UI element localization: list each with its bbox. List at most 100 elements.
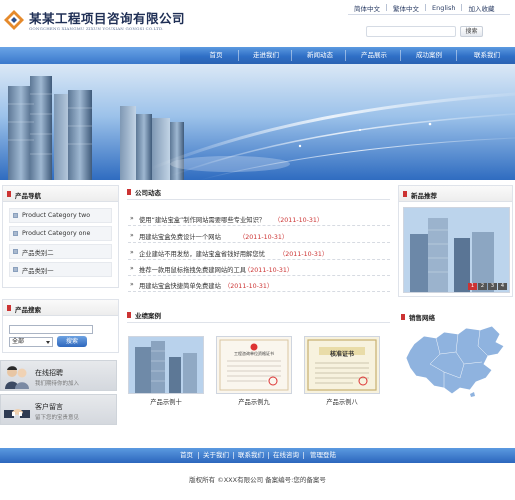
- divider: [303, 452, 304, 459]
- logo[interactable]: 某某工程项目咨询有限公司 GONGCHENG XIANGMU ZIXUN YOU…: [3, 6, 203, 36]
- news-section-title: 公司动态: [135, 189, 161, 197]
- double-arrow-icon: »: [130, 265, 134, 272]
- top-links: 简体中文 繁体中文 English 加入收藏: [348, 2, 500, 13]
- news-item[interactable]: » 用建站宝盒快捷简单免费建站 （2011-10-31）: [128, 278, 390, 292]
- panel-header: 产品搜索: [3, 300, 118, 316]
- case-caption: 产品示例八: [326, 399, 358, 406]
- nav-left-accent: [0, 47, 180, 64]
- add-favorite-link[interactable]: 加入收藏: [462, 3, 500, 13]
- news-date: （2011-10-31）: [244, 267, 294, 274]
- nav-item-home[interactable]: 首页: [196, 47, 236, 64]
- lang-traditional-link[interactable]: 繁体中文: [387, 3, 425, 13]
- certificate-title: 工程咨询单位资格证书: [234, 351, 274, 356]
- double-arrow-icon: »: [130, 249, 134, 256]
- category-label: Product Category one: [22, 230, 91, 237]
- cases-section-title: 业绩案例: [135, 312, 161, 320]
- nav-divider: [238, 50, 239, 61]
- product-search-button[interactable]: 搜索: [57, 336, 87, 347]
- divider: [127, 199, 390, 200]
- lang-simplified-link[interactable]: 简体中文: [348, 3, 386, 13]
- category-item[interactable]: 产品类别二: [9, 244, 112, 259]
- news-date: （2011-10-31）: [224, 283, 274, 290]
- main-nav: 首页 走进我们 新闻动态 产品展示 成功案例 联系我们: [0, 47, 515, 64]
- case-thumbnail[interactable]: 核准证书: [304, 336, 380, 394]
- footer-link-admin[interactable]: 管理登陆: [310, 448, 336, 463]
- certificate-image: [217, 337, 291, 393]
- jobs-promo[interactable]: 在线招聘 我们期待你的加入: [0, 360, 117, 391]
- case-caption: 产品示例十: [150, 399, 182, 406]
- product-search-title: 产品搜索: [15, 306, 41, 314]
- news-title: 使用“建站宝盒”制作网站需要哪些专业知识？: [139, 217, 266, 224]
- copyright: 版权所有 ©XXX有限公司 备案编号:您的备案号: [189, 476, 326, 484]
- slideshow-pager: 1 2 3 4: [468, 283, 507, 290]
- square-bullet-icon: [13, 267, 18, 272]
- footer-link-home[interactable]: 首页: [180, 448, 193, 463]
- category-item[interactable]: 产品类别一: [9, 262, 112, 277]
- news-item[interactable]: » 推荐一款用鼠标拖拽免费建网站的工具 （2011-10-31）: [128, 262, 390, 276]
- nav-divider: [400, 50, 401, 61]
- news-title: 企业建站不用发愁，建站宝盒省钱好用解您忧: [139, 251, 265, 258]
- category-item[interactable]: Product Category two: [9, 208, 112, 223]
- category-label: 产品类别一: [22, 268, 54, 275]
- product-category-select[interactable]: 全部: [9, 337, 53, 347]
- pager-button[interactable]: 4: [498, 283, 507, 290]
- nav-divider: [291, 50, 292, 61]
- square-bullet-icon: [13, 213, 18, 218]
- site-search-button[interactable]: 搜索: [460, 26, 483, 37]
- nav-item-contact[interactable]: 联系我们: [464, 47, 510, 64]
- divider: [233, 452, 234, 459]
- company-pinyin: GONGCHENG XIANGMU ZIXUN YOUXIAN GONGSI C…: [29, 26, 164, 31]
- category-label: Product Category two: [22, 212, 91, 219]
- nav-item-products[interactable]: 产品展示: [352, 47, 396, 64]
- nav-item-about[interactable]: 走进我们: [244, 47, 288, 64]
- sales-network-header: 销售网络: [401, 311, 511, 325]
- category-item[interactable]: Product Category one: [9, 226, 112, 241]
- bullet-icon: [403, 191, 407, 197]
- double-arrow-icon: »: [130, 281, 134, 288]
- divider: [198, 452, 199, 459]
- news-item[interactable]: » 使用“建站宝盒”制作网站需要哪些专业知识？ （2011-10-31）: [128, 212, 390, 226]
- chevron-down-icon: [46, 341, 50, 344]
- site-search-input[interactable]: [366, 26, 456, 37]
- news-item[interactable]: » 企业建站不用发愁，建站宝盒省钱好用解您忧 （2011-10-31）: [128, 246, 390, 260]
- news-date: （2011-10-31）: [239, 234, 289, 241]
- product-slideshow[interactable]: 1 2 3 4: [403, 207, 510, 293]
- product-search-input[interactable]: [9, 325, 93, 334]
- pager-button[interactable]: 3: [488, 283, 497, 290]
- case-thumbnail[interactable]: 工程咨询单位资格证书: [216, 336, 292, 394]
- pager-button[interactable]: 2: [478, 283, 487, 290]
- double-arrow-icon: »: [130, 232, 134, 239]
- case-thumbnail[interactable]: [128, 336, 204, 394]
- news-section-header: 公司动态: [127, 186, 387, 200]
- bullet-icon: [401, 314, 405, 320]
- logo-icon: [4, 10, 24, 30]
- nav-item-news[interactable]: 新闻动态: [298, 47, 342, 64]
- sales-network-title: 销售网络: [409, 314, 435, 322]
- footer-link-contact[interactable]: 联系我们: [238, 448, 264, 463]
- footer-link-consult[interactable]: 在线咨询: [273, 448, 299, 463]
- china-map-icon: [405, 325, 505, 397]
- product-search-panel: 产品搜索 全部 搜索: [2, 299, 119, 353]
- message-subtitle: 留下您的宝贵意见: [35, 415, 80, 421]
- divider: [268, 452, 269, 459]
- divider: [348, 14, 510, 15]
- jobs-subtitle: 我们期待你的加入: [35, 381, 80, 387]
- square-bullet-icon: [13, 249, 18, 254]
- message-title: 客户留言: [35, 403, 63, 411]
- product-nav-panel: 产品导航 Product Category two Product Catego…: [2, 185, 119, 288]
- square-bullet-icon: [13, 231, 18, 236]
- pager-button[interactable]: 1: [468, 283, 477, 290]
- footer-link-about[interactable]: 关于我们: [203, 448, 229, 463]
- news-title: 用建站宝盒快捷简单免费建站: [139, 283, 221, 290]
- divider: [127, 322, 390, 323]
- nav-item-cases[interactable]: 成功案例: [407, 47, 451, 64]
- select-value: 全部: [12, 338, 25, 345]
- product-nav-title: 产品导航: [15, 192, 41, 200]
- bullet-icon: [7, 191, 11, 197]
- china-map[interactable]: [400, 324, 510, 400]
- nav-divider: [456, 50, 457, 61]
- news-item[interactable]: » 用建站宝盒免费设计一个网站 （2011-10-31）: [128, 229, 390, 243]
- message-promo[interactable]: 客户留言 留下您的宝贵意见: [0, 394, 117, 425]
- handshake-icon: [4, 409, 30, 418]
- lang-english-link[interactable]: English: [426, 4, 461, 12]
